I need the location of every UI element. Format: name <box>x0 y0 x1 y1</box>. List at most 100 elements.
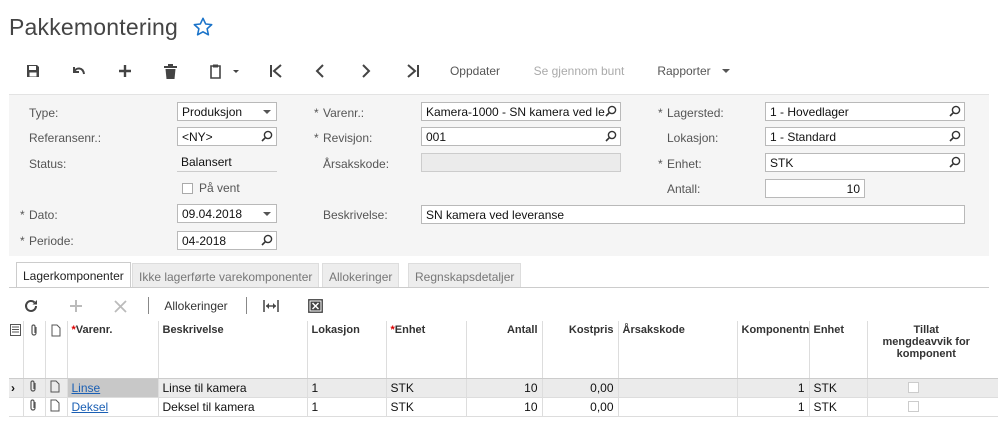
search-icon[interactable] <box>605 130 617 142</box>
file-icon[interactable] <box>44 378 67 398</box>
unit-col-header-text: Enhet <box>394 324 426 336</box>
save-icon[interactable] <box>22 60 44 82</box>
type-select[interactable]: Produksjon <box>177 102 277 121</box>
chevron-down-icon <box>263 212 271 216</box>
separator <box>148 297 149 314</box>
search-icon[interactable] <box>949 130 961 142</box>
on-hold-label: På vent <box>199 181 240 195</box>
allow-variance-col-header[interactable]: Tillat mengdeavvik for komponent <box>866 321 998 379</box>
chevron-down-icon[interactable] <box>722 69 730 73</box>
warehouse-label-text: Lagersted: <box>667 106 724 120</box>
unit2-cell[interactable]: STK <box>808 378 867 398</box>
unit-cell[interactable]: STK <box>385 378 466 398</box>
attachment-icon[interactable] <box>22 397 45 417</box>
cost-cell[interactable]: 0,00 <box>541 397 618 417</box>
cost-col-header[interactable]: Kostpris <box>541 321 618 379</box>
add-row-icon[interactable] <box>65 296 87 316</box>
reason-cell[interactable] <box>617 378 737 398</box>
chevron-down-icon <box>263 110 271 114</box>
delete-icon[interactable] <box>159 60 181 82</box>
search-icon[interactable] <box>949 156 961 168</box>
components-grid: *Varenr. Beskrivelse Lokasjon *Enhet Ant… <box>9 321 998 417</box>
attachment-icon[interactable] <box>22 378 45 398</box>
period-input[interactable]: 04-2018 <box>177 231 277 250</box>
copy-paste-icon[interactable] <box>204 60 244 82</box>
location-col-header[interactable]: Lokasjon <box>306 321 386 379</box>
refnr-input[interactable]: <NY> <box>177 127 277 146</box>
qty-col-header[interactable]: Antall <box>465 321 542 379</box>
allow-variance-checkbox[interactable] <box>907 382 919 393</box>
location-cell[interactable]: 1 <box>306 378 386 398</box>
tab-regnskapsdetaljer[interactable]: Regnskapsdetaljer <box>408 263 522 287</box>
location-input[interactable]: 1 - Standard <box>765 127 965 146</box>
warehouse-value: 1 - Hovedlager <box>770 105 849 119</box>
search-icon[interactable] <box>261 130 273 142</box>
warehouse-input[interactable]: 1 - Hovedlager <box>765 102 965 121</box>
component-cell[interactable]: 1 <box>736 378 809 398</box>
unit-input[interactable]: STK <box>765 153 965 172</box>
file-icon[interactable] <box>44 397 67 417</box>
tab-ikke-lagerforte[interactable]: Ikke lagerførte varekomponenter <box>132 263 320 287</box>
reports-menu-button[interactable]: Rapporter <box>651 60 717 82</box>
prev-icon[interactable] <box>309 60 331 82</box>
item-link[interactable]: Linse <box>72 381 101 395</box>
table-row[interactable]: Deksel Deksel til kamera 1 STK 10 0,00 1… <box>9 397 998 417</box>
item-cell[interactable]: Deksel <box>66 397 158 417</box>
search-icon[interactable] <box>261 234 273 246</box>
description-col-header[interactable]: Beskrivelse <box>157 321 307 379</box>
excel-export-icon[interactable] <box>304 296 326 316</box>
item-link[interactable]: Deksel <box>72 400 109 414</box>
tab-divider <box>9 287 989 288</box>
reason-input[interactable] <box>421 153 621 172</box>
delete-row-icon[interactable] <box>109 296 131 316</box>
row-selector-icon[interactable]: › <box>9 378 23 398</box>
fit-columns-icon[interactable] <box>260 296 282 316</box>
table-row[interactable]: › Linse Linse til kamera 1 STK 10 0,00 1… <box>9 378 998 398</box>
date-input[interactable]: 09.04.2018 <box>177 204 277 223</box>
item-col-header[interactable]: *Varenr. <box>66 321 158 379</box>
star-outline-icon[interactable] <box>192 16 214 38</box>
item-cell[interactable]: Linse <box>66 378 158 398</box>
tab-allokeringer[interactable]: Allokeringer <box>322 263 400 287</box>
allow-variance-checkbox[interactable] <box>907 401 919 412</box>
component-cell[interactable]: 1 <box>736 397 809 417</box>
reason-col-header[interactable]: Årsakskode <box>617 321 737 379</box>
component-col-header[interactable]: Komponentnr <box>736 321 809 379</box>
add-icon[interactable] <box>114 60 136 82</box>
unit2-cell[interactable]: STK <box>808 397 867 417</box>
cost-cell[interactable]: 0,00 <box>541 378 618 398</box>
description-cell[interactable]: Linse til kamera <box>157 378 307 398</box>
undo-icon[interactable] <box>68 60 90 82</box>
description-cell[interactable]: Deksel til kamera <box>157 397 307 417</box>
on-hold-checkbox[interactable] <box>182 183 193 194</box>
quantity-input[interactable]: 10 <box>765 179 865 198</box>
qty-cell[interactable]: 10 <box>465 397 542 417</box>
search-icon[interactable] <box>949 105 961 117</box>
grid-header: *Varenr. Beskrivelse Lokasjon *Enhet Ant… <box>9 321 998 379</box>
location-cell[interactable]: 1 <box>306 397 386 417</box>
description-input[interactable]: SN kamera ved leveranse <box>421 205 965 224</box>
unit2-col-header[interactable]: Enhet <box>808 321 867 379</box>
unit-col-header[interactable]: *Enhet <box>385 321 466 379</box>
last-icon[interactable] <box>402 60 424 82</box>
quantity-label: Antall: <box>667 182 701 196</box>
view-batch-button[interactable]: Se gjennom bunt <box>527 60 631 82</box>
notes-header-icon <box>9 321 23 379</box>
unit-value: STK <box>770 156 794 170</box>
item-label-text: Varenr.: <box>323 106 365 120</box>
revision-label-text: Revisjon: <box>323 131 373 145</box>
allocations-button[interactable]: Allokeringer <box>157 296 235 316</box>
reason-cell[interactable] <box>617 397 737 417</box>
search-icon[interactable] <box>605 105 617 117</box>
row-selector[interactable] <box>9 397 23 417</box>
refresh-icon[interactable] <box>20 296 42 316</box>
next-icon[interactable] <box>355 60 377 82</box>
item-input[interactable]: Kamera-1000 - SN kamera ved le <box>421 102 621 121</box>
update-button[interactable]: Oppdater <box>444 60 506 82</box>
tab-lagerkomponenter[interactable]: Lagerkomponenter <box>16 262 131 288</box>
first-icon[interactable] <box>265 60 287 82</box>
revision-input[interactable]: 001 <box>421 127 621 146</box>
date-label: * Dato: <box>20 208 58 222</box>
qty-cell[interactable]: 10 <box>465 378 542 398</box>
unit-cell[interactable]: STK <box>385 397 466 417</box>
